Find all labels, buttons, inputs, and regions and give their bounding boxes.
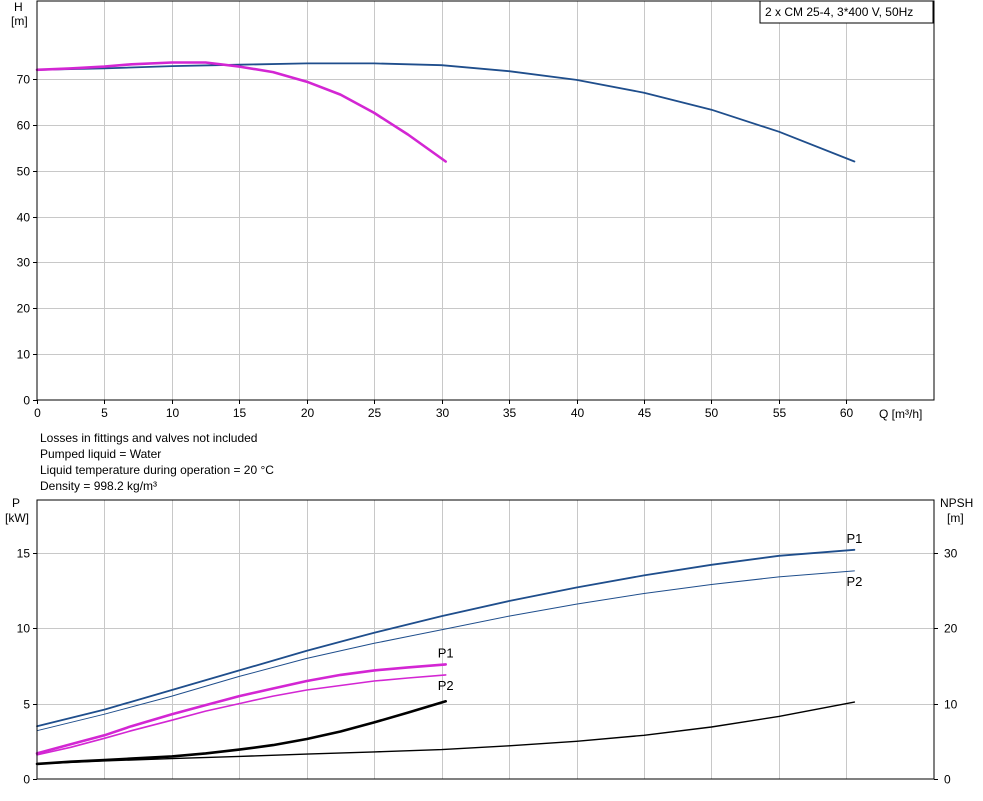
x-tick-label: 25: [368, 406, 382, 420]
note-line-1: Losses in fittings and valves not includ…: [40, 431, 257, 445]
y-tick-label: 70: [17, 73, 31, 87]
x-tick-label: 30: [436, 406, 450, 420]
npsh-axis-unit: [m]: [947, 511, 964, 525]
head-axis-label: H: [14, 0, 23, 14]
y-tick-label: 20: [17, 302, 31, 316]
y-tick-label: 0: [23, 773, 30, 787]
y-tick-label: 10: [17, 348, 31, 362]
head-axis-unit: [m]: [11, 14, 28, 28]
x-tick-label: 40: [571, 406, 585, 420]
x-tick-label: 15: [233, 406, 247, 420]
p2-label: P2: [438, 678, 454, 693]
y-tick-label: 60: [17, 119, 31, 133]
y-tick-label: 15: [17, 547, 31, 561]
y-tick-label: 50: [17, 165, 31, 179]
note-line-4: Density = 998.2 kg/m³: [40, 479, 157, 493]
chart-title: 2 x CM 25-4, 3*400 V, 50Hz: [765, 5, 913, 19]
note-line-2: Pumped liquid = Water: [40, 447, 161, 461]
x-tick-label: 55: [773, 406, 787, 420]
y2-tick-label: 0: [944, 773, 951, 787]
power-axis-unit: [kW]: [5, 511, 29, 525]
x-tick-label: 5: [101, 406, 108, 420]
pump-curve-chart: 0 5 10 15 20 25 30 35 40 45 50 55 60010203040506070 …: [0, 0, 983, 801]
x-tick-label: 60: [840, 406, 854, 420]
y-tick-label: 0: [23, 394, 30, 408]
y-tick-label: 40: [17, 211, 31, 225]
power-axis-label: P: [12, 496, 20, 510]
y-tick-label: 30: [17, 256, 31, 270]
p2-label: P2: [846, 574, 862, 589]
p1-label: P1: [846, 531, 862, 546]
note-line-3: Liquid temperature during operation = 20…: [40, 463, 274, 477]
npsh-axis-label: NPSH: [940, 496, 973, 510]
y-tick-label: 5: [23, 698, 30, 712]
flow-axis-label: Q [m³/h]: [879, 407, 922, 421]
x-tick-label: 45: [638, 406, 652, 420]
y2-tick-label: 10: [944, 698, 958, 712]
p1-label: P1: [438, 645, 454, 660]
x-tick-label: 0: [34, 406, 41, 420]
y2-tick-label: 30: [944, 547, 958, 561]
x-tick-label: 35: [503, 406, 517, 420]
x-tick-label: 50: [705, 406, 719, 420]
x-tick-label: 10: [166, 406, 180, 420]
x-tick-label: 20: [301, 406, 315, 420]
y-tick-label: 10: [17, 622, 31, 636]
y2-tick-label: 20: [944, 622, 958, 636]
